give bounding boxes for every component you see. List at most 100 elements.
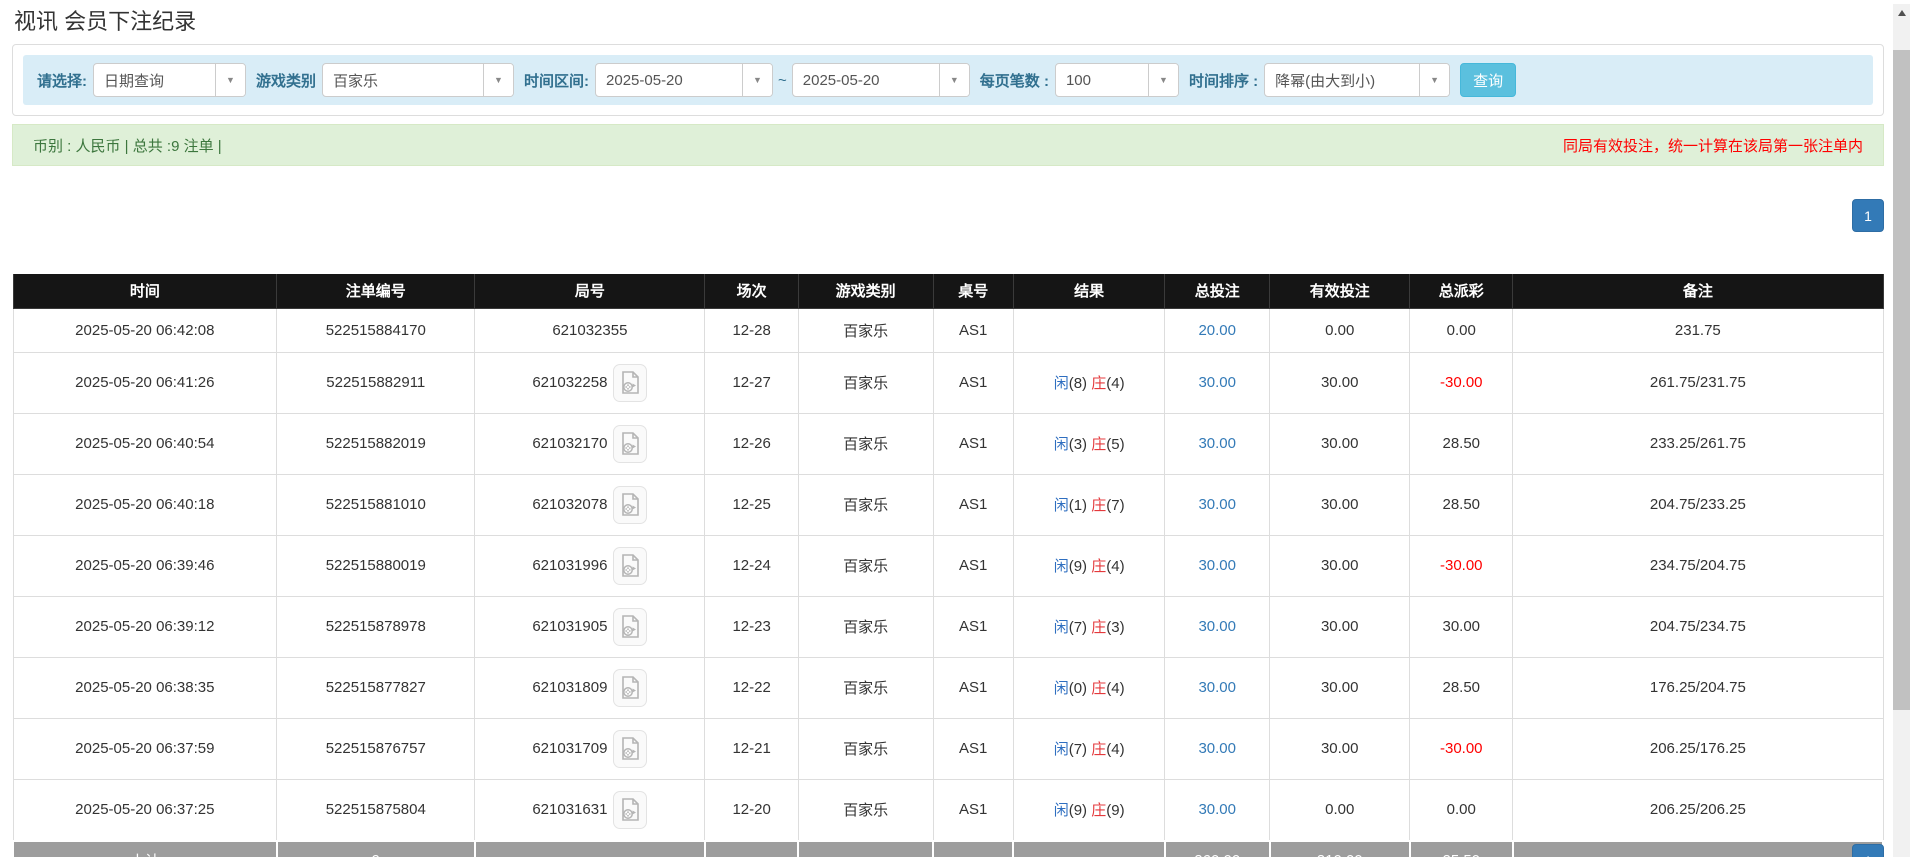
chevron-down-icon: ▼: [742, 64, 772, 96]
cell-result: [1013, 308, 1164, 352]
cell-game: 百家乐: [798, 535, 933, 596]
total-bet-link[interactable]: 30.00: [1198, 557, 1236, 574]
cell-note: 234.75/204.75: [1513, 535, 1883, 596]
cell-payout: 28.50: [1410, 413, 1513, 474]
cell-session: 12-25: [705, 474, 799, 535]
total-bet-link[interactable]: 30.00: [1198, 496, 1236, 513]
date-to-value: 2025-05-20: [793, 64, 939, 96]
bet-time: 2025-05-20 06:37:25: [75, 801, 214, 818]
cell-result: 闲(1) 庄(7): [1013, 474, 1164, 535]
video-replay-button[interactable]: [613, 486, 647, 524]
cell-game: 百家乐: [798, 657, 933, 718]
query-type-select[interactable]: 日期查询 ▼: [93, 63, 246, 97]
video-replay-button[interactable]: [613, 547, 647, 585]
cell-result: 闲(9) 庄(4): [1013, 535, 1164, 596]
vertical-scrollbar[interactable]: [1893, 4, 1910, 857]
page-1-button[interactable]: 1: [1852, 844, 1884, 857]
cell-time: 2025-05-20 06:42:08: [13, 308, 277, 352]
valid-bet: 30.00: [1321, 740, 1359, 757]
table-no: AS1: [959, 618, 987, 635]
cell-session: 12-20: [705, 779, 799, 841]
subtotal-count: 9: [277, 841, 475, 857]
per-page-label: 每页笔数 :: [980, 70, 1049, 91]
search-button[interactable]: 查询: [1460, 63, 1516, 97]
round-id: 621031631: [532, 801, 607, 818]
query-type-value: 日期查询: [94, 64, 215, 96]
result-player-score: (9): [1069, 558, 1087, 575]
round-id: 621032258: [532, 374, 607, 391]
game-type: 百家乐: [843, 680, 888, 697]
note: 204.75/234.75: [1650, 618, 1746, 635]
session-no: 12-27: [732, 374, 770, 391]
round-id: 621031905: [532, 618, 607, 635]
bet-time: 2025-05-20 06:40:54: [75, 435, 214, 452]
game-type: 百家乐: [843, 375, 888, 392]
result-player-score: (1): [1069, 497, 1087, 514]
date-from-input[interactable]: 2025-05-20 ▼: [595, 63, 773, 97]
per-page-select[interactable]: 100 ▼: [1055, 63, 1179, 97]
game-type-label: 游戏类别: [256, 70, 316, 91]
game-type: 百家乐: [843, 802, 888, 819]
chevron-down-icon: ▼: [215, 64, 245, 96]
total-bet-link[interactable]: 30.00: [1198, 435, 1236, 452]
bet-id: 522515877827: [326, 679, 426, 696]
total-bet-link[interactable]: 30.00: [1198, 679, 1236, 696]
cell-time: 2025-05-20 06:39:46: [13, 535, 277, 596]
date-from-value: 2025-05-20: [596, 64, 742, 96]
video-record-icon: [620, 676, 640, 700]
cell-game: 百家乐: [798, 718, 933, 779]
scrollbar-up-arrow-icon[interactable]: [1893, 4, 1910, 21]
cell-round: 621032170: [475, 413, 705, 474]
time-sort-select[interactable]: 降幂(由大到小) ▼: [1264, 63, 1450, 97]
scrollbar-thumb[interactable]: [1893, 50, 1910, 710]
payout: 0.00: [1447, 322, 1476, 339]
page-1-button[interactable]: 1: [1852, 199, 1884, 232]
cell-bet-id: 522515876757: [277, 718, 475, 779]
column-header: 总派彩: [1410, 274, 1513, 308]
cell-payout: -30.00: [1410, 535, 1513, 596]
payout: 0.00: [1447, 801, 1476, 818]
total-bet-link[interactable]: 20.00: [1198, 322, 1236, 339]
valid-bet-notice: 同局有效投注，统一计算在该局第一张注单内: [1563, 135, 1863, 156]
video-replay-button[interactable]: [613, 669, 647, 707]
result-player-label: 闲: [1054, 802, 1069, 819]
video-record-icon: [620, 493, 640, 517]
result-player-score: (7): [1069, 741, 1087, 758]
cell-round: 621032355: [475, 308, 705, 352]
result-banker-score: (4): [1106, 741, 1124, 758]
time-sort-value: 降幂(由大到小): [1265, 64, 1419, 96]
video-replay-button[interactable]: [613, 364, 647, 402]
cell-total-bet: 30.00: [1165, 718, 1270, 779]
cell-game: 百家乐: [798, 596, 933, 657]
cell-result: 闲(0) 庄(4): [1013, 657, 1164, 718]
session-no: 12-23: [732, 618, 770, 635]
cell-round: 621032258: [475, 352, 705, 413]
result-banker-score: (9): [1106, 802, 1124, 819]
game-type-select[interactable]: 百家乐 ▼: [322, 63, 514, 97]
bet-id: 522515880019: [326, 557, 426, 574]
date-to-input[interactable]: 2025-05-20 ▼: [792, 63, 970, 97]
video-replay-button[interactable]: [613, 791, 647, 829]
cell-round: 621031631: [475, 779, 705, 841]
table-no: AS1: [959, 496, 987, 513]
total-bet-link[interactable]: 30.00: [1198, 618, 1236, 635]
per-page-value: 100: [1056, 64, 1148, 96]
total-bet-link[interactable]: 30.00: [1198, 740, 1236, 757]
cell-valid-bet: 30.00: [1270, 474, 1410, 535]
cell-total-bet: 20.00: [1165, 308, 1270, 352]
game-type: 百家乐: [843, 558, 888, 575]
video-replay-button[interactable]: [613, 730, 647, 768]
cell-time: 2025-05-20 06:41:26: [13, 352, 277, 413]
video-record-icon: [620, 371, 640, 395]
video-replay-button[interactable]: [613, 608, 647, 646]
cell-game: 百家乐: [798, 308, 933, 352]
total-bet-link[interactable]: 30.00: [1198, 801, 1236, 818]
session-no: 12-28: [732, 322, 770, 339]
pagination-top: 1: [1852, 199, 1884, 232]
video-record-icon: [620, 737, 640, 761]
table-header-row: 时间注单编号局号场次游戏类别桌号结果总投注有效投注总派彩备注: [13, 274, 1883, 308]
result-player-score: (0): [1069, 680, 1087, 697]
total-bet-link[interactable]: 30.00: [1198, 374, 1236, 391]
note: 206.25/176.25: [1650, 740, 1746, 757]
video-replay-button[interactable]: [613, 425, 647, 463]
